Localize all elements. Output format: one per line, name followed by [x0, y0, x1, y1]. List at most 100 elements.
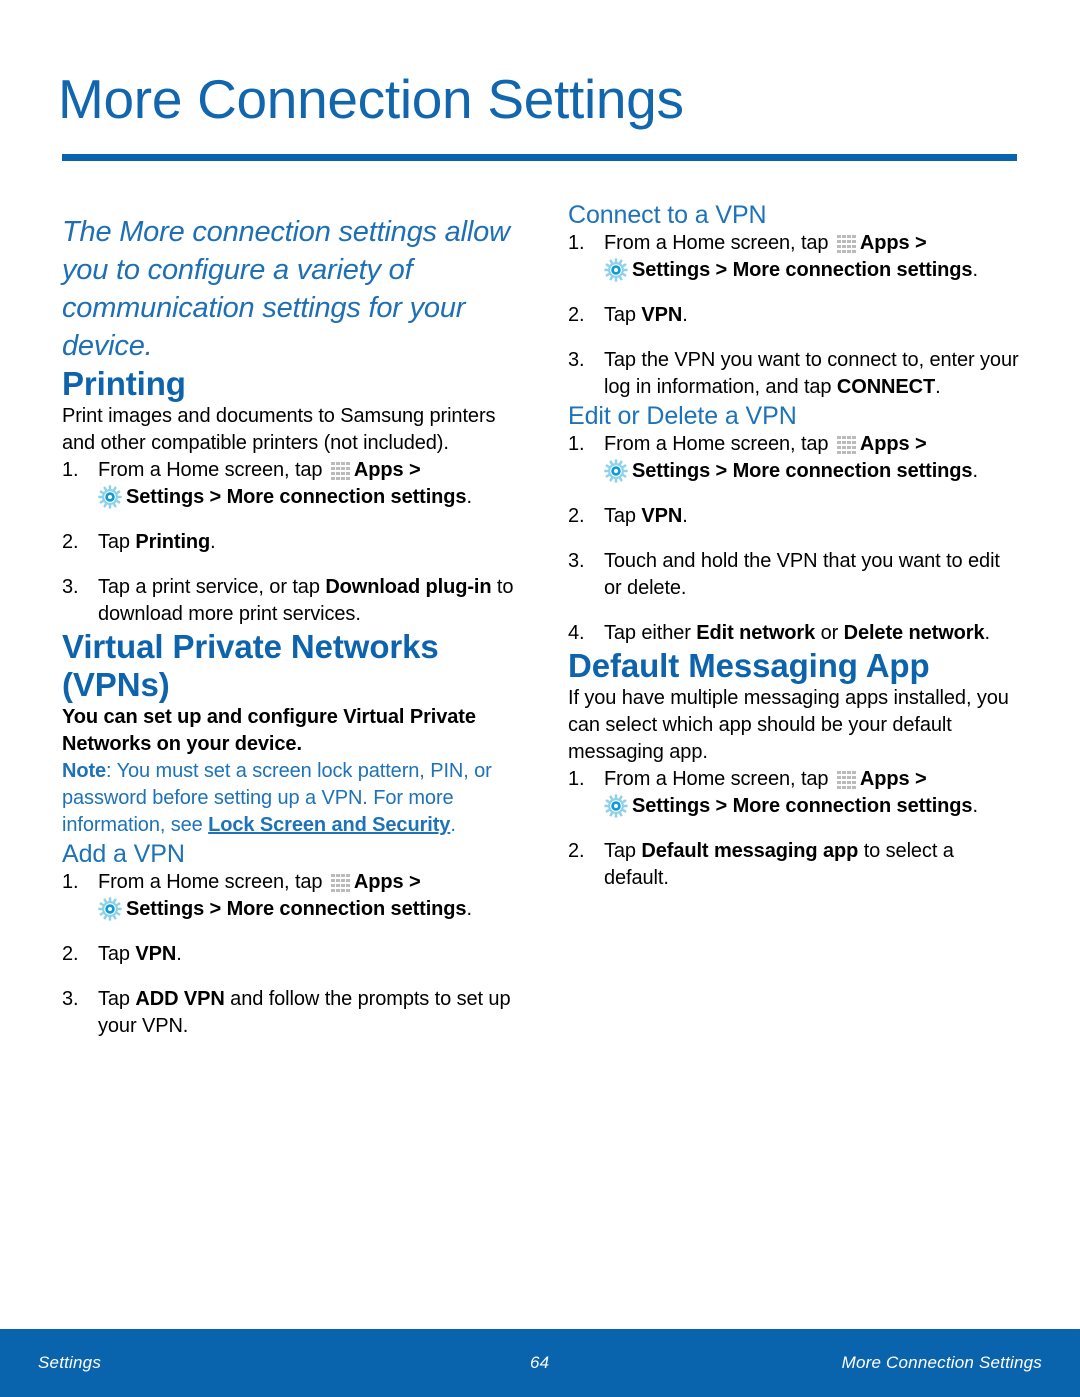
step-number: 3. — [62, 988, 79, 1010]
step-bold: Download plug-in — [325, 576, 492, 598]
step-number: 1. — [568, 433, 585, 455]
step-text-pre: Touch and hold the VPN that you want to … — [604, 550, 1000, 599]
step-text-post: . — [984, 622, 990, 644]
step-number: 2. — [568, 505, 585, 527]
step-bold: VPN — [135, 943, 177, 965]
printing-body: Print images and documents to Samsung pr… — [62, 405, 496, 454]
step-text-mid: or — [815, 622, 844, 644]
apps-label: Apps — [353, 871, 404, 893]
connect-vpn-steps: 1. From a Home screen, tap Apps > Setting… — [568, 230, 1020, 401]
step-number: 1. — [62, 459, 79, 481]
settings-path-label: Settings > More connection settings — [126, 486, 467, 508]
arrow-separator: > — [909, 433, 927, 455]
list-item: 2. Tap VPN. — [568, 302, 1020, 329]
step-number: 2. — [62, 531, 79, 553]
left-column: The More connection settings allow you t… — [62, 200, 514, 1040]
apps-grid-icon — [836, 768, 857, 790]
step-text-pre: Tap — [604, 505, 642, 527]
step-number: 3. — [568, 550, 585, 572]
settings-gear-icon — [604, 794, 628, 818]
note-end: . — [450, 814, 456, 836]
step-text-pre: Tap the VPN you want to connect to, ente… — [604, 349, 1019, 398]
step-text-pre: From a Home screen, tap — [98, 459, 328, 481]
intro-paragraph: The More connection settings allow you t… — [62, 216, 510, 362]
step-bold: VPN — [641, 304, 683, 326]
edit-vpn-steps: 1. From a Home screen, tap Apps > Setting… — [568, 431, 1020, 647]
subheading-connect-to-a-vpn: Connect to a VPN — [568, 201, 767, 229]
subheading-add-a-vpn: Add a VPN — [62, 840, 185, 868]
footer-page-number: 64 — [530, 1353, 550, 1372]
list-item: 2. Tap VPN. — [568, 503, 1020, 530]
apps-grid-icon — [330, 871, 351, 893]
arrow-separator: > — [403, 871, 421, 893]
list-item: 3. Tap the VPN you want to connect to, en… — [568, 347, 1020, 401]
list-item: 2. Tap VPN. — [62, 941, 514, 968]
right-column: Connect to a VPN 1. From a Home screen, t… — [568, 200, 1020, 892]
list-item: 2. Tap Default messaging app to select a … — [568, 838, 1020, 892]
step-text-post: . — [935, 376, 941, 398]
page-title: More Connection Settings — [58, 68, 684, 130]
step-bold: CONNECT — [836, 376, 936, 398]
title-divider — [62, 154, 1017, 161]
step-text-post: . — [210, 531, 216, 553]
step-bold: Default messaging app — [641, 840, 859, 862]
step-text-pre: Tap a print service, or tap — [98, 576, 326, 598]
default-messaging-steps: 1. From a Home screen, tap Apps > Setting… — [568, 766, 1020, 892]
list-item: 3. Touch and hold the VPN that you want t… — [568, 548, 1020, 602]
apps-grid-icon — [836, 232, 857, 254]
step-bold: ADD VPN — [135, 988, 225, 1010]
step-bold-edit-network: Edit network — [696, 622, 816, 644]
step-number: 2. — [62, 943, 79, 965]
settings-path-label: Settings > More connection settings — [632, 259, 973, 281]
lock-screen-and-security-link[interactable]: Lock Screen and Security — [208, 814, 450, 836]
step-text-post: . — [972, 460, 978, 482]
step-text-pre: From a Home screen, tap — [604, 433, 834, 455]
arrow-separator: > — [403, 459, 421, 481]
apps-grid-icon — [330, 459, 351, 481]
step-text-pre: Tap — [604, 304, 642, 326]
step-text-pre: Tap — [98, 531, 136, 553]
default-messaging-body: If you have multiple messaging apps inst… — [568, 687, 1009, 763]
list-item: 1. From a Home screen, tap Apps > Setting… — [568, 230, 1020, 284]
apps-label: Apps — [859, 768, 910, 790]
step-number: 2. — [568, 840, 585, 862]
settings-path-label: Settings > More connection settings — [126, 898, 467, 920]
step-bold: VPN — [641, 505, 683, 527]
settings-path-label: Settings > More connection settings — [632, 795, 973, 817]
step-text-post: . — [176, 943, 182, 965]
list-item: 1. From a Home screen, tap Apps > Setting… — [568, 431, 1020, 485]
step-text-pre: From a Home screen, tap — [604, 768, 834, 790]
step-bold-delete-network: Delete network — [843, 622, 985, 644]
step-number: 1. — [568, 768, 585, 790]
list-item: 4. Tap either Edit network or Delete netw… — [568, 620, 1020, 647]
step-number: 2. — [568, 304, 585, 326]
section-heading-default-messaging-app: Default Messaging App — [568, 647, 930, 684]
step-text-post: . — [972, 259, 978, 281]
section-heading-printing: Printing — [62, 365, 186, 402]
step-text-pre: Tap — [98, 943, 136, 965]
step-text-pre: Tap either — [604, 622, 697, 644]
page-footer: Settings 64 More Connection Settings — [0, 1329, 1080, 1397]
step-text-pre: From a Home screen, tap — [98, 871, 328, 893]
settings-gear-icon — [98, 485, 122, 509]
list-item: 1. From a Home screen, tap Apps > Setting… — [62, 869, 514, 923]
list-item: 3. Tap ADD VPN and follow the prompts to … — [62, 986, 514, 1040]
settings-gear-icon — [604, 258, 628, 282]
step-bold: Printing — [135, 531, 211, 553]
add-vpn-steps: 1. From a Home screen, tap Apps > Setting… — [62, 869, 514, 1040]
step-text-post: . — [466, 898, 472, 920]
settings-gear-icon — [604, 459, 628, 483]
step-number: 4. — [568, 622, 585, 644]
step-text-pre: Tap — [98, 988, 136, 1010]
step-text-post: . — [682, 304, 688, 326]
list-item: 1. From a Home screen, tap Apps > Setting… — [568, 766, 1020, 820]
apps-label: Apps — [859, 433, 910, 455]
step-text-post: . — [972, 795, 978, 817]
list-item: 1. From a Home screen, tap Apps > Setting… — [62, 457, 514, 511]
step-text-pre: Tap — [604, 840, 642, 862]
step-number: 3. — [568, 349, 585, 371]
apps-label: Apps — [353, 459, 404, 481]
settings-path-label: Settings > More connection settings — [632, 460, 973, 482]
step-number: 3. — [62, 576, 79, 598]
step-text-pre: From a Home screen, tap — [604, 232, 834, 254]
